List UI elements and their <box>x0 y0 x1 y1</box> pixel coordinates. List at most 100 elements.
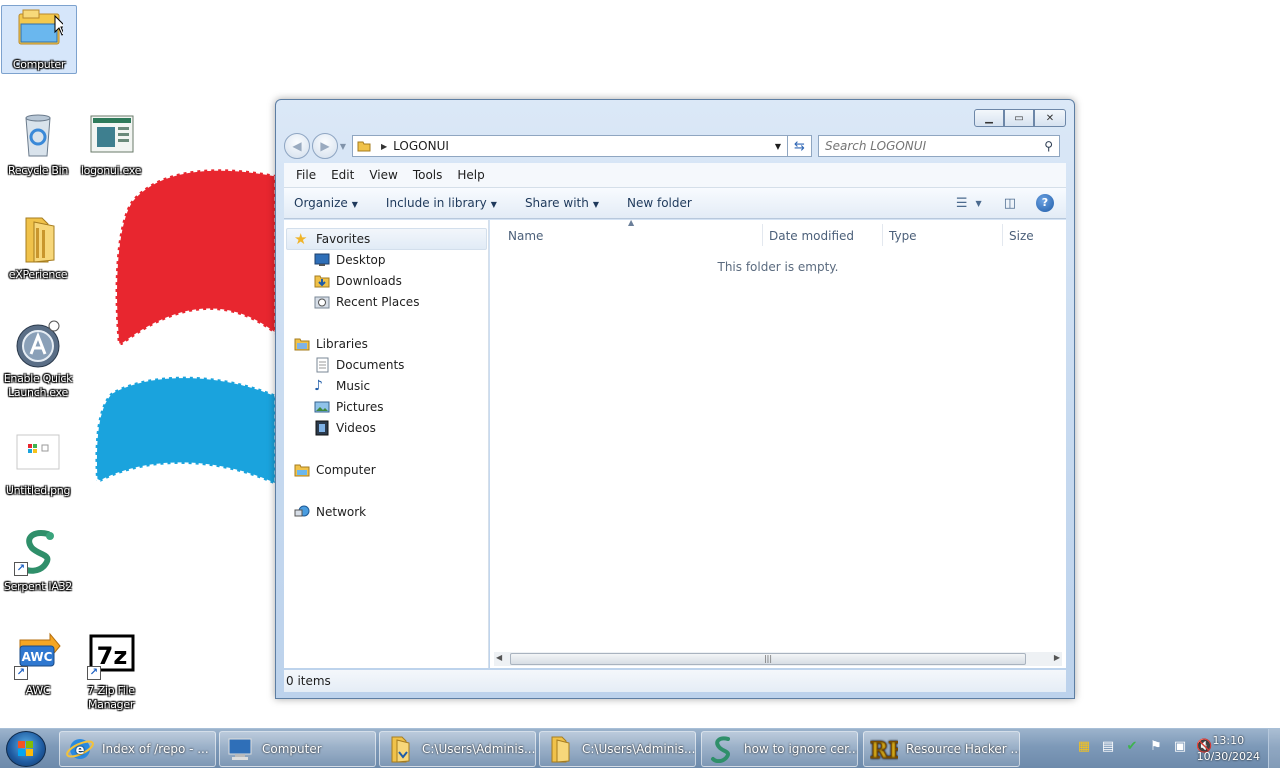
organize-button[interactable]: Organize ▼ <box>294 196 358 210</box>
folder-icon <box>551 736 570 763</box>
include-in-library-label: Include in library <box>385 196 487 210</box>
desktop-icon-logonui-exe[interactable]: logonui.exe <box>73 112 149 178</box>
search-input[interactable] <box>825 139 1045 153</box>
include-in-library-button[interactable]: Include in library ▼ <box>386 196 497 210</box>
taskbar-item-computer[interactable]: Computer <box>219 731 376 767</box>
taskbar: e Index of /repo - ... Computer C:\Users… <box>0 728 1280 768</box>
videos-icon <box>315 420 329 436</box>
organize-label: Organize <box>294 196 348 210</box>
taskbar-item-folder-2[interactable]: C:\Users\Adminis... <box>539 731 696 767</box>
forward-arrow-icon: ▶ <box>320 139 330 153</box>
desktop-icon-label: 7-Zip File Manager <box>87 684 135 711</box>
taskbar-item-folder-1[interactable]: C:\Users\Adminis... <box>379 731 536 767</box>
taskbar-item-serpent[interactable]: how to ignore cer... <box>701 731 858 767</box>
taskbar-item-resource-hacker[interactable]: RH Resource Hacker ... <box>863 731 1020 767</box>
nav-pictures[interactable]: Pictures <box>314 397 384 417</box>
column-date-modified[interactable]: Date modified <box>769 224 854 248</box>
desktop-icon-recycle-bin[interactable]: Recycle Bin <box>0 112 76 178</box>
documents-icon <box>316 357 329 373</box>
column-divider <box>762 224 763 246</box>
desktop-icon-label: Computer <box>12 58 66 71</box>
nav-videos[interactable]: Videos <box>314 418 376 438</box>
breadcrumb-arrow-icon[interactable]: ▶ <box>381 142 387 151</box>
computer-icon <box>228 738 252 760</box>
desktop-icon-experience[interactable]: eXPerience <box>0 216 76 282</box>
start-button[interactable] <box>6 731 46 767</box>
menu-file[interactable]: File <box>296 168 316 182</box>
search-icon[interactable]: ⚲ <box>1044 139 1053 153</box>
column-size[interactable]: Size <box>1009 224 1034 248</box>
horizontal-scrollbar[interactable]: ◀ ||| ▶ <box>494 652 1062 666</box>
help-button[interactable]: ? <box>1036 194 1054 212</box>
nav-label: Computer <box>316 463 376 477</box>
search-box[interactable]: ⚲ <box>818 135 1060 157</box>
share-with-button[interactable]: Share with ▼ <box>525 196 599 210</box>
music-icon: ♪ <box>314 378 323 394</box>
computer-icon <box>15 6 68 54</box>
taskbar-item-internet-explorer[interactable]: e Index of /repo - ... <box>59 731 216 767</box>
column-type[interactable]: Type <box>889 224 917 248</box>
show-desktop-button[interactable] <box>1268 729 1280 768</box>
recent-pages-dropdown[interactable]: ▼ <box>338 142 348 151</box>
nav-music[interactable]: ♪ Music <box>314 376 370 396</box>
minimize-icon: ▁ <box>985 112 993 124</box>
resource-hacker-icon: RH <box>870 738 898 764</box>
view-dropdown-icon[interactable]: ▼ <box>976 199 982 208</box>
minimize-button[interactable]: ▁ <box>974 109 1004 127</box>
change-view-icon[interactable]: ☰ <box>956 196 968 211</box>
desktop-icon-awc[interactable]: AWC ↗ AWC <box>0 632 76 698</box>
nav-computer[interactable]: Computer <box>294 460 376 480</box>
sevenzip-icon: 7z ↗ <box>87 632 135 680</box>
close-button[interactable]: ✕ <box>1034 109 1066 127</box>
network-tray-icon[interactable]: ▣ <box>1172 739 1188 755</box>
nav-network[interactable]: Network <box>294 502 366 522</box>
tray-document-icon[interactable]: ▤ <box>1100 739 1116 755</box>
nav-downloads[interactable]: Downloads <box>314 271 402 291</box>
nav-desktop[interactable]: Desktop <box>314 250 386 270</box>
nav-favorites[interactable]: ★ Favorites <box>294 229 370 249</box>
internet-explorer-icon: e <box>66 739 94 759</box>
tray-app-icon[interactable]: ▦ <box>1076 739 1092 755</box>
preview-pane-icon[interactable]: ◫ <box>1004 196 1016 211</box>
empty-folder-message: This folder is empty. <box>717 260 839 274</box>
refresh-button[interactable]: ⇆ <box>788 135 812 157</box>
folder-icon <box>391 736 410 763</box>
scroll-left-icon[interactable]: ◀ <box>496 653 502 662</box>
desktop-icon-enable-quick-launch[interactable]: Enable Quick Launch.exe <box>0 320 76 400</box>
file-list: Name ▲ Date modified Type Size This fold… <box>490 218 1066 668</box>
scroll-right-icon[interactable]: ▶ <box>1054 653 1060 662</box>
address-bar[interactable]: ▶ LOGONUI ▼ <box>352 135 788 157</box>
desktop-icon-computer[interactable]: Computer <box>1 5 77 74</box>
menu-tools[interactable]: Tools <box>413 168 443 182</box>
maximize-button[interactable]: ▭ <box>1004 109 1034 127</box>
svg-text:AWC: AWC <box>22 650 53 664</box>
nav-recent-places[interactable]: Recent Places <box>314 292 419 312</box>
nav-libraries[interactable]: Libraries <box>294 334 368 354</box>
shortcut-arrow-icon: ↗ <box>14 666 28 680</box>
desktop-icon-7zip[interactable]: 7z ↗ 7-Zip File Manager <box>73 632 149 712</box>
desktop-icon-serpent-ia32[interactable]: ↗ Serpent IA32 <box>0 528 76 594</box>
nav-documents[interactable]: Documents <box>314 355 404 375</box>
breadcrumb-logonui[interactable]: LOGONUI <box>393 139 449 153</box>
back-button[interactable]: ◀ <box>284 133 310 159</box>
menu-view[interactable]: View <box>369 168 397 182</box>
menu-help[interactable]: Help <box>457 168 484 182</box>
task-label: Computer <box>262 742 322 756</box>
menu-edit[interactable]: Edit <box>331 168 354 182</box>
explorer-window: ▁ ▭ ✕ ◀ ▶ ▼ ▶ LOGONUI ▼ ⇆ ⚲ File Edit Vi… <box>275 99 1075 699</box>
address-dropdown-icon[interactable]: ▼ <box>775 142 781 151</box>
forward-button[interactable]: ▶ <box>312 133 338 159</box>
desktop-icon <box>314 253 330 266</box>
action-center-flag-icon[interactable]: ⚑ <box>1148 739 1164 755</box>
clock[interactable]: 13:10 10/30/2024 <box>1197 733 1260 765</box>
column-name[interactable]: Name <box>508 224 543 248</box>
desktop-icon-untitled-png[interactable]: Untitled.png <box>0 432 76 498</box>
nav-label: Libraries <box>316 337 368 351</box>
task-label: how to ignore cer... <box>744 742 858 756</box>
desktop-icon-label: logonui.exe <box>80 164 142 177</box>
nav-label: Recent Places <box>336 295 420 309</box>
scrollbar-thumb[interactable]: ||| <box>510 653 1026 665</box>
clock-time: 13:10 <box>1212 734 1245 747</box>
new-folder-button[interactable]: New folder <box>627 196 692 210</box>
tray-security-icon[interactable]: ✔ <box>1124 739 1140 755</box>
